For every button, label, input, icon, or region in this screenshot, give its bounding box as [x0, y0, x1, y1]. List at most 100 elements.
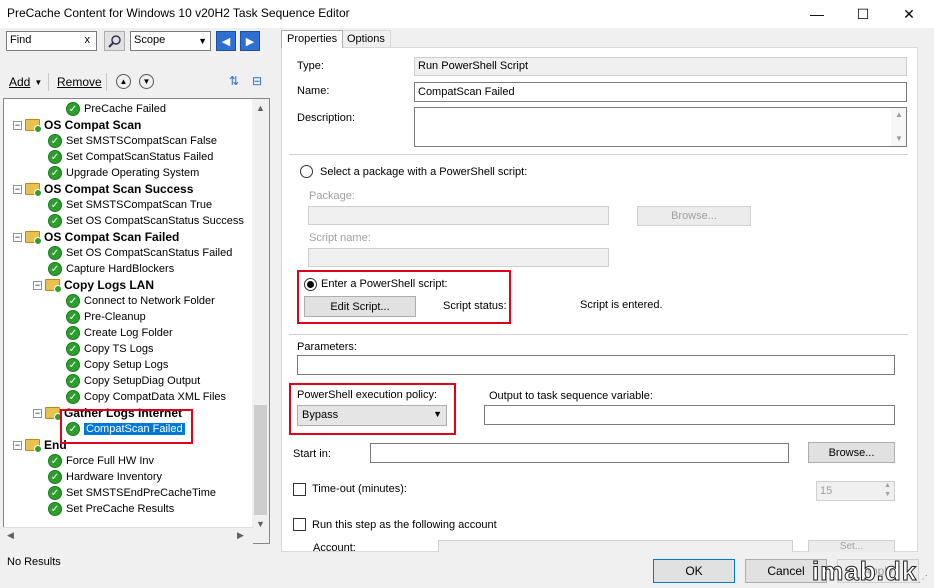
tree-step[interactable]: ✓ Copy SetupDiag Output [66, 373, 200, 389]
collapse-all-icon[interactable]: ⊟ [252, 74, 268, 90]
collapse-toggle-icon[interactable]: − [13, 120, 22, 130]
tree-item-label: Set CompatScanStatus Failed [66, 151, 214, 163]
tree-item-label: Connect to Network Folder [84, 295, 215, 307]
tree-step[interactable]: ✓ Hardware Inventory [48, 469, 162, 485]
collapse-toggle-icon[interactable]: − [13, 184, 22, 194]
maximize-button[interactable]: ☐ [840, 0, 886, 28]
scroll-right-arrow[interactable]: ▶ [237, 530, 244, 541]
move-down-button[interactable]: ▼ [139, 74, 154, 89]
tree-item-label: Pre-Cleanup [84, 311, 146, 323]
account-input [438, 540, 793, 552]
timeout-label: Time-out (minutes): [312, 483, 407, 495]
tree-step[interactable]: ✓ Copy Setup Logs [66, 357, 168, 373]
tree-step[interactable]: ✓ Capture HardBlockers [48, 261, 174, 277]
remove-button[interactable]: Remove [57, 75, 102, 89]
check-icon: ✓ [48, 502, 62, 516]
policy-select[interactable]: Bypass ▼ [297, 405, 447, 426]
start-in-browse-button[interactable]: Browse... [808, 442, 895, 463]
window-title: PreCache Content for Windows 10 v20H2 Ta… [7, 6, 350, 20]
tree-step[interactable]: ✓ Copy TS Logs [66, 341, 154, 357]
tree-step[interactable]: ✓ Set OS CompatScanStatus Failed [48, 245, 232, 261]
tree-step[interactable]: ✓ Copy CompatData XML Files [66, 389, 226, 405]
package-label: Package: [309, 190, 355, 202]
check-icon: ✓ [48, 486, 62, 500]
tree-group[interactable]: − End [13, 437, 67, 453]
tree-item-label: Copy Setup Logs [84, 359, 169, 371]
script-name-label: Script name: [309, 232, 371, 244]
folder-icon [25, 183, 42, 197]
tree-step[interactable]: ✓ Set CompatScanStatus Failed [48, 149, 213, 165]
collapse-toggle-icon[interactable]: − [33, 408, 42, 418]
tree-group[interactable]: − Copy Logs LAN [33, 277, 154, 293]
tree-step[interactable]: ✓ Create Log Folder [66, 325, 173, 341]
policy-value: Bypass [302, 409, 339, 421]
scope-select[interactable]: Scope ▼ [130, 31, 211, 51]
output-variable-label: Output to task sequence variable: [489, 390, 653, 402]
scroll-left-arrow[interactable]: ◀ [7, 530, 14, 541]
tree-item-label: Set OS CompatScanStatus Failed [66, 247, 233, 259]
add-menu-button[interactable]: Add ▼ [9, 75, 42, 89]
scroll-up-arrow[interactable]: ▲ [252, 99, 269, 116]
policy-label: PowerShell execution policy: [297, 389, 438, 401]
edit-script-button[interactable]: Edit Script... [304, 296, 416, 317]
search-button[interactable] [104, 31, 125, 51]
minimize-button[interactable]: — [794, 0, 840, 28]
tree-scrollbar[interactable]: ▲ ▼ [252, 99, 269, 543]
tree-step[interactable]: ✓ Force Full HW Inv [48, 453, 154, 469]
package-radio[interactable] [300, 165, 313, 178]
close-button[interactable]: ✕ [886, 0, 932, 28]
find-clear-button[interactable]: x [85, 34, 91, 46]
tree-step[interactable]: ✓ Set SMSTSCompatScan True [48, 197, 212, 213]
tree-item-label: PreCache Failed [84, 103, 166, 115]
sort-icon[interactable]: ⇅ [229, 74, 245, 90]
tree-step[interactable]: ✓ Set OS CompatScanStatus Success [48, 213, 244, 229]
tree-step[interactable]: ✓ Upgrade Operating System [48, 165, 199, 181]
tree-step[interactable]: ✓ Set SMSTSCompatScan False [48, 133, 217, 149]
arrow-left-icon: ◀ [221, 35, 231, 48]
tree-item-label: Set SMSTSCompatScan False [66, 135, 218, 147]
tree-step[interactable]: ✓ Set PreCache Results [48, 501, 174, 517]
scroll-thumb[interactable] [254, 405, 267, 515]
chevron-down-icon: ▼ [433, 409, 442, 419]
type-field: Run PowerShell Script [414, 57, 907, 76]
description-input[interactable]: ▲ ▼ [414, 107, 907, 147]
check-icon: ✓ [66, 102, 80, 116]
start-in-input[interactable] [370, 443, 789, 463]
task-sequence-tree[interactable]: ✓ PreCache Failed − OS Compat Scan ✓ Set SMST… [3, 98, 270, 544]
tree-item-label: Copy Logs LAN [64, 278, 154, 292]
tree-step[interactable]: ✓ Set SMSTSEndPreCacheTime [48, 485, 216, 501]
name-input[interactable]: CompatScan Failed [414, 82, 907, 102]
collapse-toggle-icon[interactable]: − [33, 280, 42, 290]
tree-item-label: Set SMSTSEndPreCacheTime [66, 487, 216, 499]
tab-options[interactable]: Options [341, 30, 391, 48]
scroll-down-arrow[interactable]: ▼ [252, 515, 269, 532]
tab-properties[interactable]: Properties [281, 30, 344, 48]
parameters-input[interactable] [297, 355, 895, 375]
folder-icon [45, 279, 62, 293]
description-scrollbar[interactable]: ▲ ▼ [891, 108, 906, 146]
folder-icon [25, 119, 42, 133]
tree-item-label: Upgrade Operating System [66, 167, 200, 179]
run-as-checkbox[interactable] [293, 518, 306, 531]
tree-group[interactable]: − OS Compat Scan Failed [13, 229, 179, 245]
tree-group[interactable]: − OS Compat Scan Success [13, 181, 193, 197]
tree-step[interactable]: ✓ PreCache Failed [66, 101, 166, 117]
tree-step[interactable]: ✓ Connect to Network Folder [66, 293, 215, 309]
move-up-button[interactable]: ▲ [116, 74, 131, 89]
find-input[interactable]: Find x [6, 31, 97, 51]
collapse-toggle-icon[interactable]: − [13, 232, 22, 242]
type-value: Run PowerShell Script [418, 60, 529, 72]
tree-step[interactable]: ✓ Pre-Cleanup [66, 309, 146, 325]
name-value: CompatScan Failed [418, 86, 515, 98]
ok-button[interactable]: OK [653, 559, 735, 583]
tree-hscrollbar[interactable]: ◀ ▶ [3, 527, 253, 544]
next-result-button[interactable]: ▶ [240, 31, 260, 51]
output-variable-input[interactable] [484, 405, 895, 425]
check-icon: ✓ [48, 150, 62, 164]
previous-result-button[interactable]: ◀ [216, 31, 236, 51]
tree-group[interactable]: − OS Compat Scan [13, 117, 141, 133]
timeout-checkbox[interactable] [293, 483, 306, 496]
enter-script-label: Enter a PowerShell script: [321, 278, 448, 290]
enter-script-radio[interactable] [304, 278, 317, 291]
collapse-toggle-icon[interactable]: − [13, 440, 22, 450]
